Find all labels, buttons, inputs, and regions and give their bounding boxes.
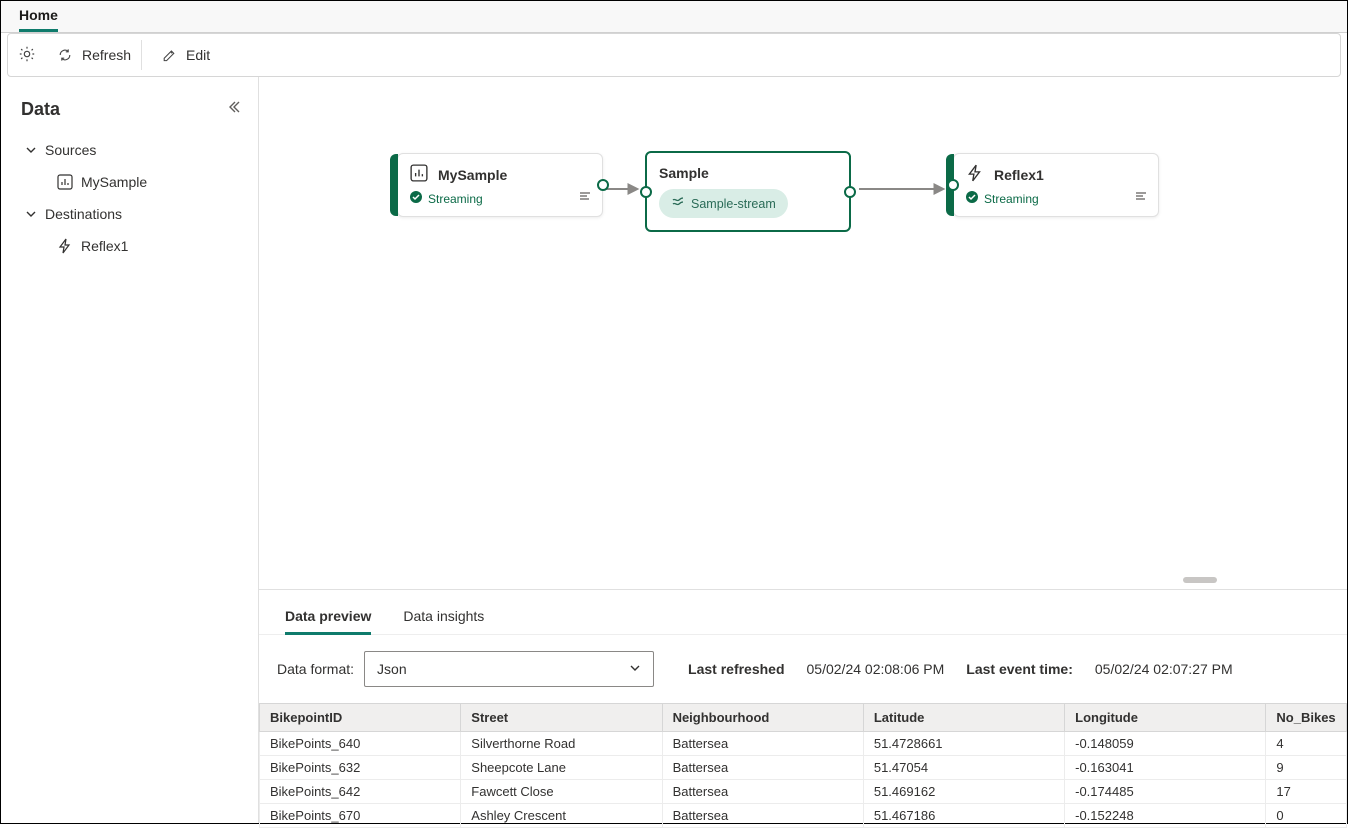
table-cell: -0.174485 [1065,780,1266,804]
chevron-down-icon [629,661,641,677]
table-cell: 17 [1266,780,1347,804]
node-accent [390,154,398,216]
data-format-value: Json [377,661,407,677]
stream-label: Sample-stream [691,197,776,211]
tab-data-insights[interactable]: Data insights [403,600,484,634]
data-format-label: Data format: [277,661,354,677]
sidebar-item-label: MySample [81,174,147,190]
lightning-icon [966,164,984,185]
table-cell: -0.148059 [1065,732,1266,756]
tree-group-destinations[interactable]: Destinations [1,198,258,230]
gear-icon[interactable] [18,45,36,66]
port-in[interactable] [640,186,652,198]
refresh-button[interactable]: Refresh [44,40,142,70]
data-preview-table: BikepointID Street Neighbourhood Latitud… [259,703,1347,828]
table-cell: Battersea [662,756,863,780]
tree-group-sources[interactable]: Sources [1,134,258,166]
sidebar-title: Data [1,89,258,134]
sidebar-item-reflex1[interactable]: Reflex1 [1,230,258,262]
edit-button[interactable]: Edit [148,40,220,70]
col-header[interactable]: Street [461,704,662,732]
chevron-down-icon [25,144,37,156]
sidebar-item-label: Reflex1 [81,238,128,254]
collapse-sidebar-icon[interactable] [226,99,242,118]
bottom-panel: Data preview Data insights Data format: … [259,589,1347,823]
table-cell: Sheepcote Lane [461,756,662,780]
tab-home[interactable]: Home [19,1,58,32]
col-header[interactable]: BikepointID [260,704,461,732]
table-cell: 51.4728661 [863,732,1064,756]
port-in[interactable] [947,179,959,191]
data-format-select[interactable]: Json [364,651,654,687]
table-cell: 51.47054 [863,756,1064,780]
node-sample[interactable]: Sample Sample-stream [645,151,851,232]
table-row[interactable]: BikePoints_632Sheepcote LaneBattersea51.… [260,756,1347,780]
node-title: Reflex1 [994,167,1044,183]
col-header[interactable]: Neighbourhood [662,704,863,732]
barchart-icon [57,174,73,190]
col-header[interactable]: No_Bikes [1266,704,1347,732]
table-cell: 9 [1266,756,1347,780]
table-cell: BikePoints_632 [260,756,461,780]
panel-resize-grip[interactable] [1183,577,1217,583]
table-row[interactable]: BikePoints_640Silverthorne RoadBattersea… [260,732,1347,756]
node-destination[interactable]: Reflex1 Streaming [953,153,1159,217]
table-cell: Battersea [662,780,863,804]
canvas[interactable]: MySample Streaming Sample [259,77,1347,589]
chevron-down-icon [25,208,37,220]
node-menu-icon[interactable] [1134,189,1148,206]
last-refreshed-value: 05/02/24 02:08:06 PM [807,661,945,677]
col-header[interactable]: Latitude [863,704,1064,732]
node-source[interactable]: MySample Streaming [397,153,603,217]
stream-pill[interactable]: Sample-stream [659,189,788,218]
node-menu-icon[interactable] [578,189,592,206]
sidebar-item-mysample[interactable]: MySample [1,166,258,198]
refresh-label: Refresh [82,47,131,63]
node-title: Sample [659,165,709,181]
table-cell: Silverthorne Road [461,732,662,756]
col-header[interactable]: Longitude [1065,704,1266,732]
tab-data-preview[interactable]: Data preview [285,600,371,635]
toolbar: Refresh Edit [7,33,1341,77]
check-icon [410,191,422,206]
table-cell: BikePoints_642 [260,780,461,804]
lightning-icon [57,238,73,254]
check-icon [966,191,978,206]
last-refreshed-label: Last refreshed [688,661,784,677]
sidebar: Data Sources MySample [1,77,259,823]
edit-icon [158,44,180,66]
port-out[interactable] [597,179,609,191]
stream-icon [671,195,685,212]
table-cell: -0.163041 [1065,756,1266,780]
edit-label: Edit [186,47,210,63]
table-row[interactable]: BikePoints_642Fawcett CloseBattersea51.4… [260,780,1347,804]
last-event-label: Last event time: [966,661,1073,677]
last-event-value: 05/02/24 02:07:27 PM [1095,661,1233,677]
table-cell: BikePoints_640 [260,732,461,756]
table-cell: Battersea [662,732,863,756]
table-cell: 4 [1266,732,1347,756]
refresh-icon [54,44,76,66]
barchart-icon [410,164,428,185]
port-out[interactable] [844,186,856,198]
node-status-label: Streaming [428,192,483,206]
node-status-label: Streaming [984,192,1039,206]
table-cell: 51.469162 [863,780,1064,804]
table-cell: Fawcett Close [461,780,662,804]
tree-group-sources-label: Sources [45,142,96,158]
node-title: MySample [438,167,507,183]
tree-group-destinations-label: Destinations [45,206,122,222]
